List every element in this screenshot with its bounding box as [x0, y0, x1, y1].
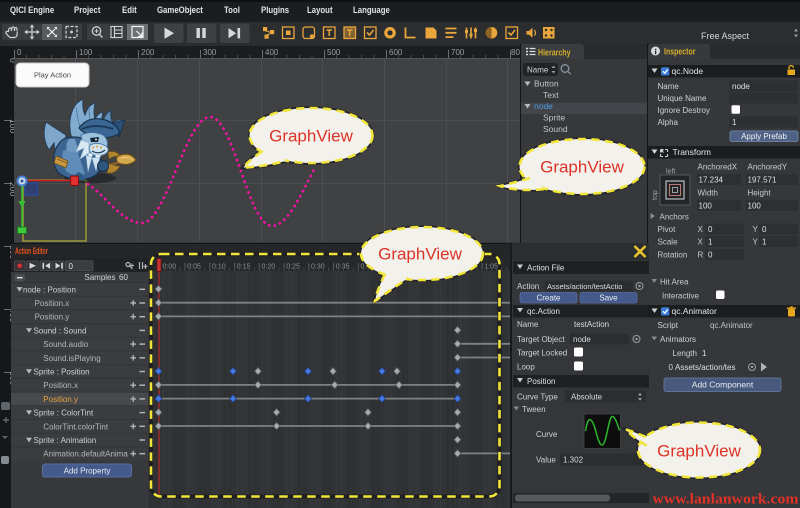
svg-text:GraphView: GraphView	[378, 245, 463, 264]
svg-text:GraphView: GraphView	[540, 158, 625, 177]
svg-text:GraphView: GraphView	[269, 127, 354, 146]
svg-text:GraphView: GraphView	[657, 442, 742, 461]
svg-text:www.lanlanwork.com: www.lanlanwork.com	[653, 492, 800, 508]
